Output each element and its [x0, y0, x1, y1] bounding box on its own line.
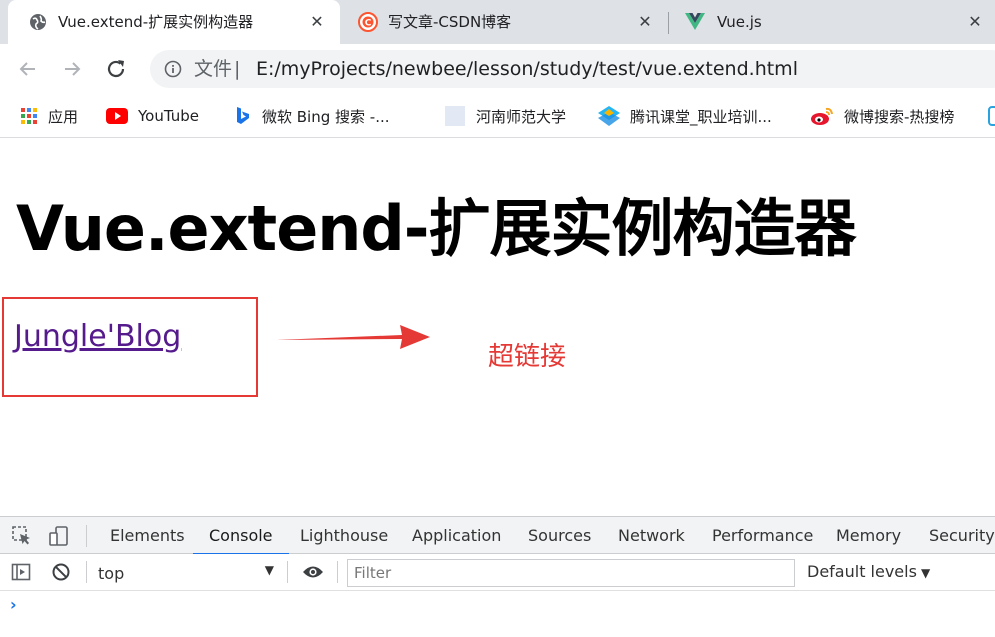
bookmark-apps[interactable]: 应用: [20, 104, 78, 128]
tab-csdn[interactable]: C 写文章-CSDN博客 ✕: [340, 0, 668, 44]
weibo-icon: [810, 107, 834, 125]
reload-button[interactable]: [102, 55, 130, 83]
log-levels-dropdown[interactable]: Default levels ▼: [807, 562, 930, 581]
devtools-tab-performance[interactable]: Performance: [712, 517, 813, 554]
tab-strip: Vue.extend-扩展实例构造器 ✕ C 写文章-CSDN博客 ✕ Vue.…: [0, 0, 995, 44]
arrow-left-icon: [19, 62, 35, 76]
console-toolbar: top ▼ Default levels▼: [0, 554, 995, 591]
bookmark-label: 河南师范大学: [476, 107, 567, 126]
youtube-icon: [106, 107, 128, 125]
page-viewport: Vue.extend-扩展实例构造器 Jungle'Blog 超链接: [0, 139, 995, 516]
devtools-tab-application[interactable]: Application: [412, 517, 501, 554]
globe-icon: [28, 12, 48, 32]
live-expression-eye-icon[interactable]: [302, 561, 324, 583]
bookmarks-bar: 应用 YouTube 微软 Bing 搜索 -... 河南师范大学 腾讯课堂_职…: [0, 94, 995, 138]
context-selector[interactable]: top ▼: [98, 562, 276, 584]
arrow-right-icon: [65, 62, 81, 76]
bing-icon: [234, 107, 252, 125]
devtools-tab-security[interactable]: Security: [929, 517, 995, 554]
forward-button[interactable]: [58, 55, 86, 83]
devtools-tab-network[interactable]: Network: [618, 517, 685, 554]
url-text[interactable]: E:/myProjects/newbee/lesson/study/test/v…: [256, 58, 798, 80]
bookmark-label: 腾讯课堂_职业培训...: [630, 107, 772, 126]
dropdown-caret-icon: ▼: [920, 566, 931, 580]
tencent-classroom-icon: [598, 106, 620, 126]
page-title: Vue.extend-扩展实例构造器: [16, 192, 856, 265]
jungle-blog-link[interactable]: Jungle'Blog: [14, 317, 181, 357]
filter-input[interactable]: [348, 560, 794, 586]
log-levels-label: Default levels: [807, 562, 917, 581]
device-toolbar-icon[interactable]: [48, 525, 70, 547]
clear-console-icon[interactable]: [50, 561, 72, 583]
devtools-tab-elements[interactable]: Elements: [110, 517, 185, 554]
tab-title: Vue.js: [717, 13, 762, 31]
devtools-tab-memory[interactable]: Memory: [836, 517, 901, 554]
csdn-icon: C: [358, 12, 378, 32]
inspect-element-icon[interactable]: [11, 525, 33, 547]
bookmark-label: 微博搜索-热搜榜: [844, 107, 955, 126]
close-tab-icon[interactable]: ✕: [634, 10, 656, 32]
devtools-tab-console[interactable]: Console: [193, 517, 288, 555]
context-value: top: [98, 563, 125, 583]
bookmark-weibo[interactable]: 微博搜索-热搜榜: [810, 104, 954, 128]
toolbar-divider: [337, 561, 338, 583]
close-tab-icon[interactable]: ✕: [964, 10, 986, 32]
toolbar-divider: [86, 525, 87, 547]
address-divider: |: [234, 58, 241, 80]
overflow-bookmark-icon[interactable]: [988, 106, 995, 126]
tab-title: Vue.extend-扩展实例构造器: [58, 13, 254, 31]
dropdown-caret-icon: ▼: [264, 563, 274, 577]
browser-window: Vue.extend-扩展实例构造器 ✕ C 写文章-CSDN博客 ✕ Vue.…: [0, 0, 995, 637]
bookmark-tencent-classroom[interactable]: 腾讯课堂_职业培训...: [598, 104, 772, 128]
bookmark-label: 应用: [48, 107, 79, 126]
browser-toolbar: 文件 | E:/myProjects/newbee/lesson/study/t…: [0, 44, 995, 94]
devtools-tab-sources[interactable]: Sources: [528, 517, 591, 554]
blank-page-icon: [444, 106, 466, 126]
bookmark-label: YouTube: [138, 107, 199, 125]
bookmark-youtube[interactable]: YouTube: [106, 104, 199, 128]
console-prompt[interactable]: ›: [10, 595, 17, 614]
tab-title: 写文章-CSDN博客: [388, 13, 512, 31]
info-icon[interactable]: [164, 60, 182, 78]
back-button[interactable]: [14, 55, 42, 83]
address-bar[interactable]: 文件 | E:/myProjects/newbee/lesson/study/t…: [150, 50, 995, 88]
toolbar-divider: [287, 561, 288, 583]
console-filter[interactable]: [347, 559, 795, 587]
toolbar-divider: [86, 561, 87, 583]
devtools-tab-lighthouse[interactable]: Lighthouse: [300, 517, 388, 554]
security-label[interactable]: 文件: [194, 58, 232, 80]
close-tab-icon[interactable]: ✕: [306, 10, 328, 32]
annotation-arrow-icon: [276, 325, 430, 349]
svg-text:C: C: [365, 19, 372, 29]
vue-icon: [685, 12, 705, 32]
bookmark-henan-normal[interactable]: 河南师范大学: [444, 104, 566, 128]
reload-icon: [107, 60, 125, 78]
show-sidebar-icon[interactable]: [10, 561, 32, 583]
devtools-panel: Elements Console Lighthouse Application …: [0, 516, 995, 637]
tab-vuejs[interactable]: Vue.js ✕: [669, 0, 995, 44]
annotation-label: 超链接: [488, 342, 567, 372]
tab-vue-extend[interactable]: Vue.extend-扩展实例构造器 ✕: [8, 0, 340, 44]
bookmark-label: 微软 Bing 搜索 -...: [262, 107, 390, 126]
bookmark-bing[interactable]: 微软 Bing 搜索 -...: [234, 104, 390, 128]
apps-grid-icon: [20, 107, 38, 125]
devtools-tab-bar: Elements Console Lighthouse Application …: [0, 517, 995, 555]
